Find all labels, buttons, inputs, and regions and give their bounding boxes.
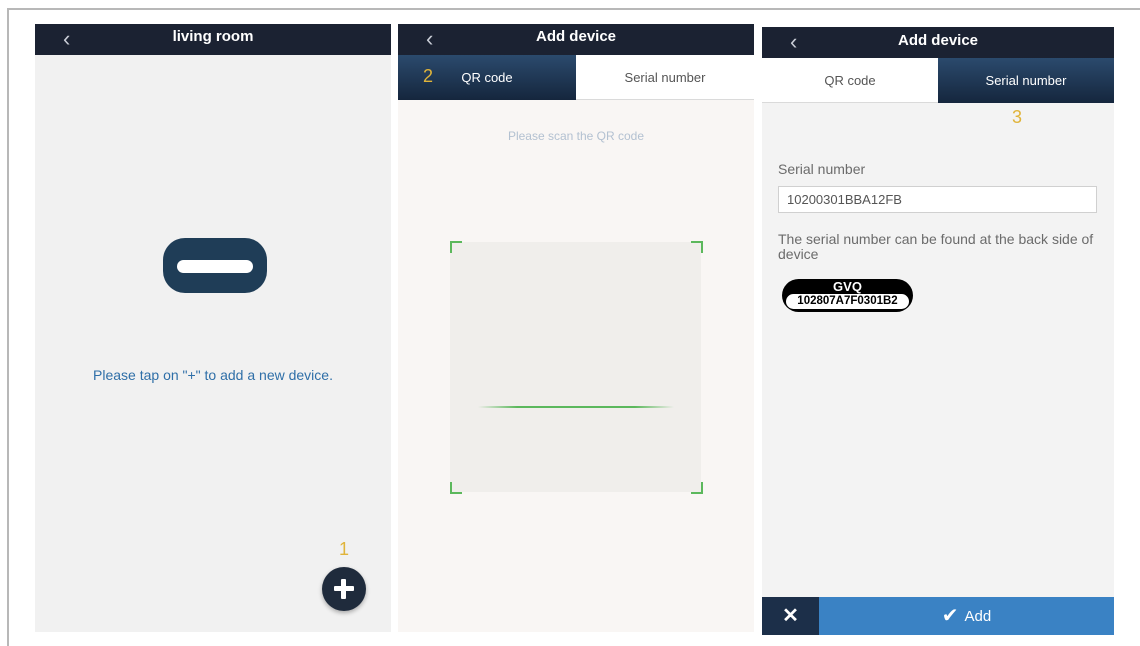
tab-label: QR code bbox=[461, 70, 513, 85]
device-placeholder-icon bbox=[163, 238, 267, 293]
step-number-2: 2 bbox=[423, 66, 434, 86]
scan-line bbox=[478, 406, 674, 408]
frame-border-top bbox=[7, 8, 1140, 10]
device-slot bbox=[177, 260, 253, 273]
serial-number-label: Serial number bbox=[778, 161, 866, 177]
qr-scanner-viewfinder bbox=[450, 242, 701, 492]
viewfinder-corner bbox=[450, 482, 462, 494]
add-device-qr-screen: ‹ Add device 2 QR code Serial number Ple… bbox=[398, 24, 754, 632]
step-number-3: 3 bbox=[1012, 107, 1023, 127]
navbar: ‹ Add device bbox=[762, 27, 1114, 58]
tab-bar: QR code Serial number bbox=[762, 58, 1114, 103]
viewfinder-corner bbox=[691, 241, 703, 253]
tab-qr-code[interactable]: 2 QR code bbox=[398, 55, 576, 100]
action-bar: ✕ ✔ Add bbox=[762, 597, 1114, 635]
empty-state-hint: Please tap on "+" to add a new device. bbox=[93, 367, 333, 383]
step-number-1: 1 bbox=[339, 539, 350, 559]
page-title: living room bbox=[172, 28, 254, 45]
page-title: Add device bbox=[897, 32, 979, 49]
tab-qr-code[interactable]: QR code bbox=[762, 58, 938, 103]
serial-number-help: The serial number can be found at the ba… bbox=[778, 231, 1094, 262]
serial-number-input[interactable]: 10200301BBA12FB bbox=[778, 186, 1097, 213]
device-label-image: GVQ 102807A7F0301B2 bbox=[782, 279, 913, 312]
page-title: Add device bbox=[535, 28, 617, 45]
label-code: 102807A7F0301B2 bbox=[786, 294, 909, 309]
scan-hint: Please scan the QR code bbox=[507, 129, 645, 143]
check-icon: ✔ bbox=[941, 605, 959, 627]
viewfinder-corner bbox=[450, 241, 462, 253]
frame-border-left bbox=[7, 8, 9, 646]
living-room-screen: ‹ living room Please tap on "+" to add a… bbox=[35, 24, 391, 632]
tab-serial-number[interactable]: Serial number bbox=[938, 58, 1114, 103]
add-device-serial-screen: ‹ Add device QR code Serial number 3 Ser… bbox=[762, 27, 1114, 635]
add-device-button[interactable] bbox=[322, 567, 366, 611]
add-button[interactable]: ✔ Add bbox=[819, 597, 1114, 635]
navbar: ‹ living room bbox=[35, 24, 391, 55]
add-button-label: Add bbox=[964, 608, 992, 625]
navbar: ‹ Add device bbox=[398, 24, 754, 55]
viewfinder-corner bbox=[691, 482, 703, 494]
tab-serial-number[interactable]: Serial number bbox=[576, 55, 754, 100]
close-icon[interactable]: ✕ bbox=[762, 597, 819, 635]
label-brand: GVQ bbox=[833, 279, 862, 294]
tab-bar: 2 QR code Serial number bbox=[398, 55, 754, 100]
